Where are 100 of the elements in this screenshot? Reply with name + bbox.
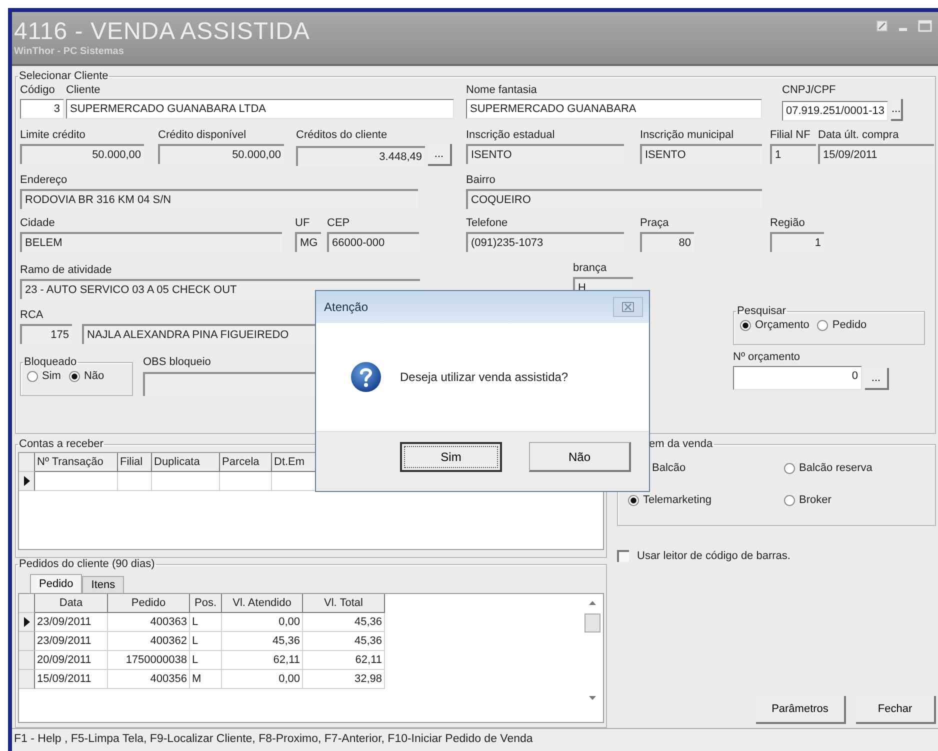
column-header[interactable]: Filial bbox=[118, 453, 152, 472]
field-label: Data últ. compra bbox=[818, 129, 899, 142]
table-cell: L bbox=[190, 651, 222, 670]
column-header[interactable]: Nº Transação bbox=[35, 453, 118, 472]
table-cell: 400363 bbox=[108, 613, 190, 632]
field-label: Telefone bbox=[466, 217, 508, 230]
input-field[interactable]: 07.919.251/0001-13 bbox=[782, 101, 888, 121]
input-field[interactable]: 66000-000 bbox=[327, 232, 419, 252]
lookup-button[interactable]: ... bbox=[865, 368, 889, 390]
column-header[interactable]: Pos. bbox=[190, 594, 222, 613]
input-field[interactable]: 3.448,49 bbox=[296, 146, 425, 166]
option-label: Balcão bbox=[651, 462, 687, 474]
input-field[interactable]: 0 bbox=[733, 366, 862, 390]
lookup-button[interactable]: ... bbox=[428, 144, 452, 166]
table-cell: 1750000038 bbox=[108, 651, 190, 670]
pin-icon[interactable] bbox=[876, 20, 888, 32]
input-field[interactable]: 15/09/2011 bbox=[818, 144, 934, 164]
column-header[interactable]: Pedido bbox=[108, 594, 190, 613]
maximize-icon[interactable] bbox=[918, 20, 932, 32]
table-cell: 62,11 bbox=[303, 651, 385, 670]
tab[interactable]: Itens bbox=[82, 576, 124, 593]
checkbox[interactable]: Usar leitor de código de barras. bbox=[617, 550, 790, 562]
input-field[interactable]: RODOVIA BR 316 KM 04 S/N bbox=[20, 189, 418, 209]
input-field[interactable]: 50.000,00 bbox=[158, 144, 284, 164]
radio-option[interactable]: Orçamento bbox=[740, 319, 810, 331]
column-header[interactable]: Duplicata bbox=[152, 453, 220, 472]
window-title: 4116 - VENDA ASSISTIDA bbox=[14, 18, 310, 46]
column-header[interactable]: Vl. Total bbox=[303, 594, 385, 613]
table-cell: 45,36 bbox=[303, 613, 385, 632]
radio-circle[interactable] bbox=[817, 320, 828, 330]
close-button[interactable] bbox=[613, 297, 643, 317]
field-label: Crédito disponível bbox=[158, 129, 246, 142]
group-title: Bloqueado bbox=[23, 356, 78, 368]
radio-circle[interactable] bbox=[740, 320, 751, 330]
table-cell: 23/09/2011 bbox=[35, 632, 108, 651]
table-cell: L bbox=[190, 632, 222, 651]
input-field[interactable]: 1 bbox=[770, 144, 816, 164]
table-cell: 20/09/2011 bbox=[35, 651, 108, 670]
field-label: Praça bbox=[640, 217, 669, 230]
radio-option[interactable]: Telemarketing bbox=[628, 494, 712, 506]
row-header[interactable] bbox=[19, 613, 35, 632]
corner-cell bbox=[19, 594, 35, 613]
input-field[interactable]: COQUEIRO bbox=[466, 189, 762, 209]
column-header[interactable]: Data bbox=[35, 594, 108, 613]
radio-option[interactable]: Balcão reserva bbox=[784, 462, 872, 474]
window-subtitle: WinThor - PC Sistemas bbox=[14, 46, 125, 57]
tab[interactable]: Pedido bbox=[30, 574, 82, 593]
dialog-button[interactable]: Sim bbox=[400, 442, 502, 472]
table-cell: 62,11 bbox=[222, 651, 303, 670]
field-label: Cliente bbox=[66, 84, 100, 97]
group-title: Contas a receber bbox=[18, 438, 104, 450]
input-field[interactable]: 1 bbox=[770, 232, 824, 252]
radio-option[interactable]: Não bbox=[68, 370, 104, 382]
field-label: brança bbox=[573, 262, 607, 275]
field-label: Endereço bbox=[20, 174, 68, 187]
radio-option[interactable]: Pedido bbox=[817, 319, 867, 331]
column-header[interactable]: Parcela bbox=[220, 453, 272, 472]
field-label: CEP bbox=[327, 217, 350, 230]
row-pointer-icon bbox=[24, 617, 30, 627]
question-icon bbox=[350, 361, 382, 393]
group-title: em da venda bbox=[648, 438, 714, 450]
input-field[interactable]: MG bbox=[295, 232, 321, 252]
action-button[interactable]: Parâmetros bbox=[756, 696, 846, 724]
column-header[interactable]: Vl. Atendido bbox=[222, 594, 303, 613]
radio-circle[interactable] bbox=[784, 494, 795, 506]
input-field[interactable]: BELEM bbox=[20, 232, 282, 252]
table-cell: 0,00 bbox=[222, 613, 303, 632]
input-field[interactable]: 80 bbox=[640, 232, 694, 252]
input-field[interactable]: 3 bbox=[20, 99, 64, 119]
dialog-button[interactable]: Não bbox=[529, 442, 631, 472]
group-title: Selecionar Cliente bbox=[18, 70, 110, 82]
empty-cell bbox=[152, 472, 220, 491]
radio-circle[interactable] bbox=[68, 370, 80, 382]
empty-cell bbox=[118, 472, 152, 491]
field-label: Ramo de atividade bbox=[20, 264, 112, 277]
radio-option[interactable]: Sim bbox=[27, 370, 61, 382]
field-label: UF bbox=[295, 217, 310, 230]
field-label: Região bbox=[770, 217, 805, 230]
input-field[interactable]: (091)235-1073 bbox=[466, 232, 624, 252]
radio-circle[interactable] bbox=[784, 462, 795, 474]
row-header[interactable] bbox=[19, 472, 35, 491]
field-label: OBS bloqueio bbox=[143, 356, 211, 369]
input-field[interactable]: ISENTO bbox=[640, 144, 762, 164]
radio-circle[interactable] bbox=[27, 370, 38, 382]
field-label: Nº orçamento bbox=[733, 351, 800, 364]
input-field[interactable]: 175 bbox=[20, 324, 72, 344]
corner-cell bbox=[19, 453, 35, 472]
radio-option[interactable]: Broker bbox=[784, 494, 832, 506]
input-field[interactable]: 50.000,00 bbox=[20, 144, 144, 164]
input-field[interactable]: SUPERMERCADO GUANABARA bbox=[466, 99, 762, 119]
group-title: Pesquisar bbox=[736, 305, 787, 317]
table-cell: 32,98 bbox=[303, 670, 385, 689]
radio-circle[interactable] bbox=[628, 494, 639, 506]
input-field[interactable]: ISENTO bbox=[466, 144, 624, 164]
lookup-button[interactable]: ... bbox=[891, 99, 903, 121]
field-label: Bairro bbox=[466, 174, 496, 187]
action-button[interactable]: Fechar bbox=[856, 696, 936, 724]
field-label: Código bbox=[20, 84, 55, 97]
input-field[interactable]: SUPERMERCADO GUANABARA LTDA bbox=[66, 99, 454, 119]
table-cell: 23/09/2011 bbox=[35, 613, 108, 632]
